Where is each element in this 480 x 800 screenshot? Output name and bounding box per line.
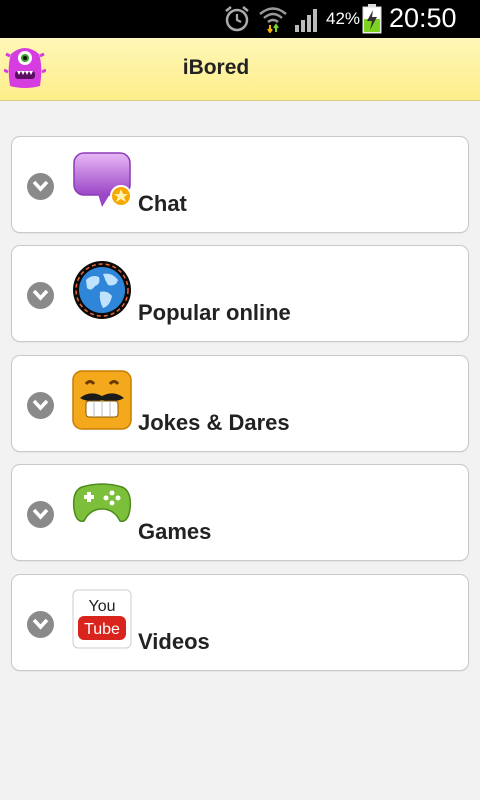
battery-percent: 42% — [326, 9, 361, 28]
menu-item-label: Videos — [138, 629, 210, 654]
battery-charging-icon — [362, 4, 382, 39]
app-header: iBored — [0, 38, 480, 101]
chevron-down-icon — [27, 282, 54, 309]
chevron-down-icon — [27, 173, 54, 200]
clock: 20:50 — [389, 3, 457, 33]
status-bar: 42% 20:50 — [0, 0, 480, 38]
menu-item-jokes-dares[interactable]: Jokes & Dares — [11, 355, 469, 452]
mustache-smiley-icon — [72, 370, 132, 430]
chevron-down-icon — [27, 501, 54, 528]
alarm-icon — [224, 5, 250, 37]
chevron-down-icon — [27, 392, 54, 419]
wifi-icon — [258, 5, 288, 38]
chevron-down-icon — [27, 611, 54, 638]
chat-bubble-icon — [72, 151, 132, 211]
menu-item-chat[interactable]: Chat — [11, 136, 469, 233]
menu-item-label: Games — [138, 519, 212, 544]
youtube-logo-tube: Tube — [84, 621, 120, 638]
globe-icon — [72, 260, 132, 320]
signal-icon — [294, 5, 322, 38]
menu-item-label: Popular online — [138, 300, 291, 325]
menu-item-games[interactable]: Games — [11, 464, 469, 561]
page-title: iBored — [182, 56, 250, 79]
menu-item-label: Jokes & Dares — [138, 410, 290, 435]
menu-item-popular-online[interactable]: Popular online — [11, 245, 469, 342]
menu-item-label: Chat — [138, 191, 187, 216]
youtube-icon: You Tube — [72, 589, 132, 649]
gamepad-icon — [72, 479, 132, 539]
menu-item-videos[interactable]: You Tube Videos — [11, 574, 469, 671]
youtube-logo-you: You — [89, 598, 116, 615]
